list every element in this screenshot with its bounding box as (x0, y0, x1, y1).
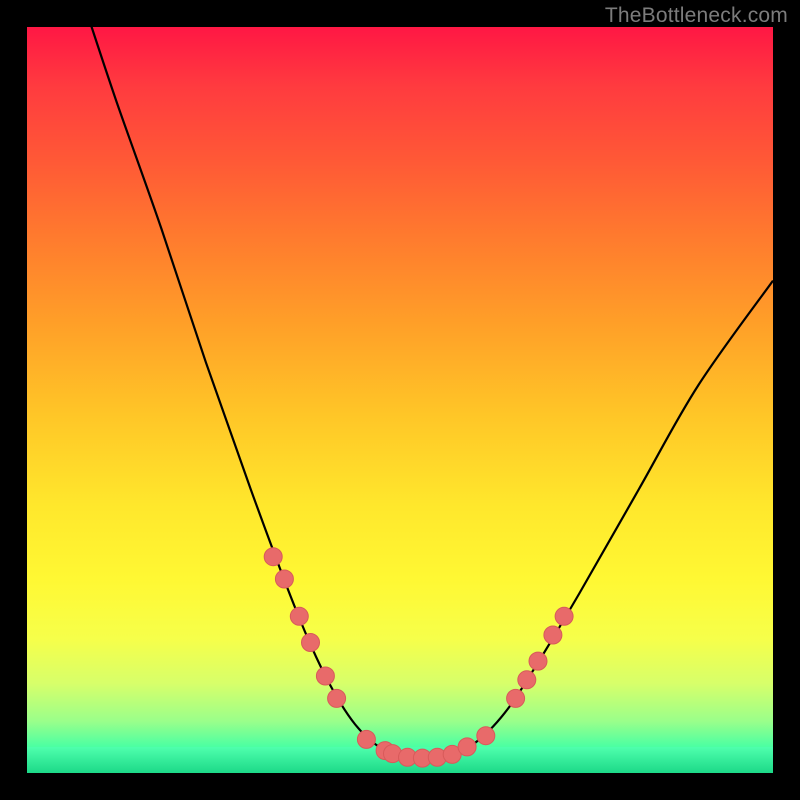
chart-frame: TheBottleneck.com (0, 0, 800, 800)
marker-dot (507, 689, 525, 707)
marker-dot (290, 607, 308, 625)
plot-area (27, 27, 773, 773)
marker-dots (264, 548, 573, 767)
curve-layer (27, 27, 773, 773)
bottleneck-curve (87, 27, 773, 759)
marker-dot (529, 652, 547, 670)
marker-dot (518, 671, 536, 689)
marker-dot (328, 689, 346, 707)
marker-dot (275, 570, 293, 588)
watermark-text: TheBottleneck.com (605, 4, 788, 28)
marker-dot (477, 727, 495, 745)
marker-dot (555, 607, 573, 625)
marker-dot (544, 626, 562, 644)
marker-dot (302, 634, 320, 652)
marker-dot (264, 548, 282, 566)
marker-dot (458, 738, 476, 756)
marker-dot (316, 667, 334, 685)
marker-dot (357, 730, 375, 748)
